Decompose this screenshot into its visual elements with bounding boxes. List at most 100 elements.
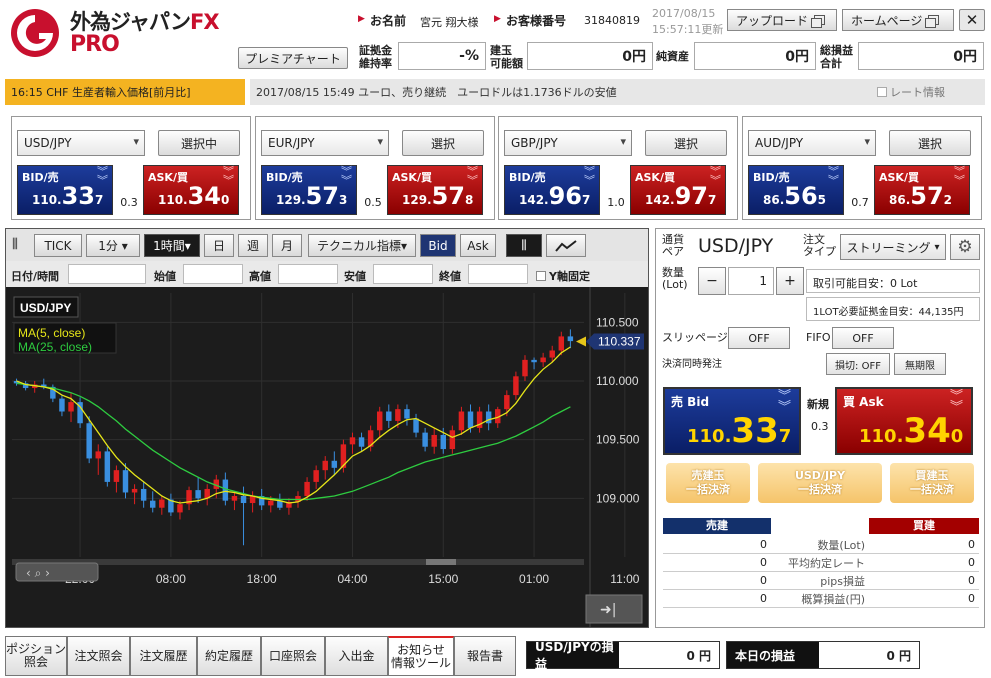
ask-button[interactable]: Ask bbox=[460, 234, 496, 257]
bid-quote-button[interactable]: BID/売 ︾ ︾ 129.573 bbox=[261, 165, 357, 215]
order-panel: 通貨 ペア USD/JPY 注文 タイプ ストリーミング ▾ ⚙ 数量 (Lot) − … bbox=[655, 228, 985, 628]
zoom-icon: ‹ ⌕ › bbox=[26, 566, 50, 580]
today-pl-label: 本日の損益 bbox=[727, 642, 819, 668]
pair-select[interactable]: EUR/JPY bbox=[261, 130, 389, 156]
ask-quote-button[interactable]: ASK/買 ︾ ︾ 110.340 bbox=[143, 165, 239, 215]
candle bbox=[240, 495, 247, 504]
order-type-dropdown[interactable]: ストリーミング ▾ bbox=[840, 234, 946, 260]
double-chevron-down-icon: ︾ ︾ bbox=[828, 165, 839, 187]
bottom-tab[interactable]: ポジション 照会 bbox=[5, 636, 67, 676]
candle-type-icon[interactable]: ⫼ bbox=[12, 237, 18, 252]
candle bbox=[322, 460, 328, 471]
select-pair-button[interactable]: 選択 bbox=[645, 130, 727, 156]
bottom-tab[interactable]: 入出金 bbox=[325, 636, 388, 676]
news-ticker-event[interactable]: 16:15 CHF 生産者輸入価格[前月比] bbox=[5, 79, 245, 105]
y-tick-label: 110.000 bbox=[596, 374, 639, 388]
net-assets-value: 0円 bbox=[694, 42, 816, 70]
candle bbox=[113, 470, 120, 482]
rate-info-checkbox[interactable]: レート情報 bbox=[877, 84, 945, 100]
sell-value: 0 bbox=[663, 554, 771, 572]
bid-quote-button[interactable]: BID/売 ︾ ︾ 142.967 bbox=[504, 165, 600, 215]
sell-bid-button[interactable]: 売 Bid ︾ ︾ 110.337 bbox=[663, 387, 801, 455]
settings-button[interactable]: ⚙ bbox=[950, 234, 980, 260]
bottom-tab[interactable]: 報告書 bbox=[454, 636, 516, 676]
candle bbox=[376, 411, 383, 431]
line-chart-icon[interactable] bbox=[546, 234, 586, 257]
x-tick-label: 11:00 bbox=[610, 572, 639, 586]
hour-dropdown[interactable]: 1時間▾ bbox=[144, 234, 200, 257]
settle-pair-button[interactable]: USD/JPY 一括決済 bbox=[758, 463, 882, 503]
bottom-tab[interactable]: 約定履歴 bbox=[197, 636, 261, 676]
currency-panel: EUR/JPY 選択 BID/売︾︾129.573 0.5 ASK/買︾︾129.578 bbox=[255, 116, 495, 220]
update-date: 2017/08/15 bbox=[652, 7, 716, 20]
order-spread: 0.3 bbox=[811, 420, 829, 433]
chart-panel[interactable]: ⫼ TICK 1分 ▾ 1時間▾ 日 週 月 テクニカル指標▾ Bid Ask … bbox=[5, 228, 649, 628]
unlimited-button[interactable]: 無期限 bbox=[894, 353, 946, 375]
buy-ask-button[interactable]: 買 Ask ︾ ︾ 110.340 bbox=[835, 387, 973, 455]
double-chevron-down-icon: ︾ ︾ bbox=[341, 165, 352, 187]
price-chart[interactable]: 110.500110.000109.500109.000110.33722:00… bbox=[6, 287, 648, 627]
legend-entry: MA(5, close) bbox=[18, 326, 85, 340]
low-label: 安値 bbox=[344, 270, 366, 283]
day-button[interactable]: 日 bbox=[204, 234, 234, 257]
ask-quote-button[interactable]: ASK/買 ︾ ︾ 86.572 bbox=[874, 165, 970, 215]
buy-value: 0 bbox=[869, 590, 979, 608]
sell-value: 0 bbox=[663, 536, 771, 554]
homepage-button[interactable]: ホームページ bbox=[842, 9, 954, 31]
gear-icon: ⚙ bbox=[957, 237, 973, 257]
slippage-button[interactable]: OFF bbox=[728, 327, 790, 349]
month-button[interactable]: 月 bbox=[272, 234, 302, 257]
bid-quote-button[interactable]: BID/売 ︾ ︾ 86.565 bbox=[748, 165, 844, 215]
candle bbox=[540, 357, 546, 363]
candle bbox=[522, 359, 528, 377]
upload-button[interactable]: アップロード bbox=[727, 9, 837, 31]
candle bbox=[386, 411, 392, 421]
quantity-plus-button[interactable]: + bbox=[776, 267, 804, 295]
tick-button[interactable]: TICK bbox=[34, 234, 82, 257]
bid-quote-button[interactable]: BID/売 ︾ ︾ 110.337 bbox=[17, 165, 113, 215]
logo-pro: PRO bbox=[70, 32, 120, 57]
pair-select[interactable]: GBP/JPY bbox=[504, 130, 632, 156]
chart-toolbar: ⫼ TICK 1分 ▾ 1時間▾ 日 週 月 テクニカル指標▾ Bid Ask … bbox=[6, 229, 648, 261]
settle-sell-button[interactable]: 売建玉 一括決済 bbox=[666, 463, 750, 503]
double-chevron-down-icon: ︾ ︾ bbox=[777, 389, 791, 415]
available-value: 0円 bbox=[527, 42, 653, 70]
select-pair-button[interactable]: 選択 bbox=[889, 130, 971, 156]
name-label: お名前 bbox=[370, 14, 407, 28]
close-button[interactable]: ✕ bbox=[959, 9, 985, 31]
stop-loss-button[interactable]: 損切: OFF bbox=[826, 353, 890, 375]
quantity-input[interactable]: 1 bbox=[728, 267, 774, 295]
jump-latest-icon: ➜| bbox=[600, 602, 616, 618]
settle-buy-button[interactable]: 買建玉 一括決済 bbox=[890, 463, 974, 503]
bottom-tab[interactable]: お知らせ 情報ツール bbox=[388, 636, 454, 676]
candle bbox=[531, 359, 537, 363]
premier-chart-button[interactable]: プレミアチャート bbox=[238, 47, 348, 69]
bottom-tab[interactable]: 口座照会 bbox=[261, 636, 325, 676]
settle-simul-label: 決済同時発注 bbox=[662, 359, 722, 370]
current-price-label: 110.337 bbox=[598, 334, 641, 348]
candlestick-icon[interactable]: ⫼ bbox=[506, 234, 542, 257]
candle bbox=[177, 504, 183, 513]
pair-select[interactable]: AUD/JPY bbox=[748, 130, 876, 156]
news-ticker-headline[interactable]: 2017/08/15 15:49 ユーロ、売り継続 ユーロドルは1.1736ドル… bbox=[250, 79, 985, 105]
y-fixed-checkbox[interactable]: Y軸固定 bbox=[536, 268, 590, 284]
select-pair-button[interactable]: 選択 bbox=[402, 130, 484, 156]
spread-value: 0.7 bbox=[851, 196, 869, 209]
select-pair-button[interactable]: 選択中 bbox=[158, 130, 240, 156]
week-button[interactable]: 週 bbox=[238, 234, 268, 257]
quantity-minus-button[interactable]: − bbox=[698, 267, 726, 295]
bid-button[interactable]: Bid bbox=[420, 234, 456, 257]
bottom-tab[interactable]: 注文履歴 bbox=[130, 636, 197, 676]
technical-dropdown[interactable]: テクニカル指標▾ bbox=[308, 234, 416, 257]
double-chevron-down-icon: ︾ ︾ bbox=[949, 389, 963, 415]
fifo-button[interactable]: OFF bbox=[832, 327, 894, 349]
ask-quote-button[interactable]: ASK/買 ︾ ︾ 129.578 bbox=[387, 165, 483, 215]
pair-select[interactable]: USD/JPY bbox=[17, 130, 145, 156]
open-label: 始値 bbox=[154, 270, 176, 283]
buy-value: 0 bbox=[869, 536, 979, 554]
double-chevron-down-icon: ︾ ︾ bbox=[223, 165, 234, 187]
ask-quote-button[interactable]: ASK/買 ︾ ︾ 142.977 bbox=[630, 165, 726, 215]
candle bbox=[358, 437, 365, 447]
bottom-tab[interactable]: 注文照会 bbox=[67, 636, 130, 676]
minute-dropdown[interactable]: 1分 ▾ bbox=[86, 234, 140, 257]
